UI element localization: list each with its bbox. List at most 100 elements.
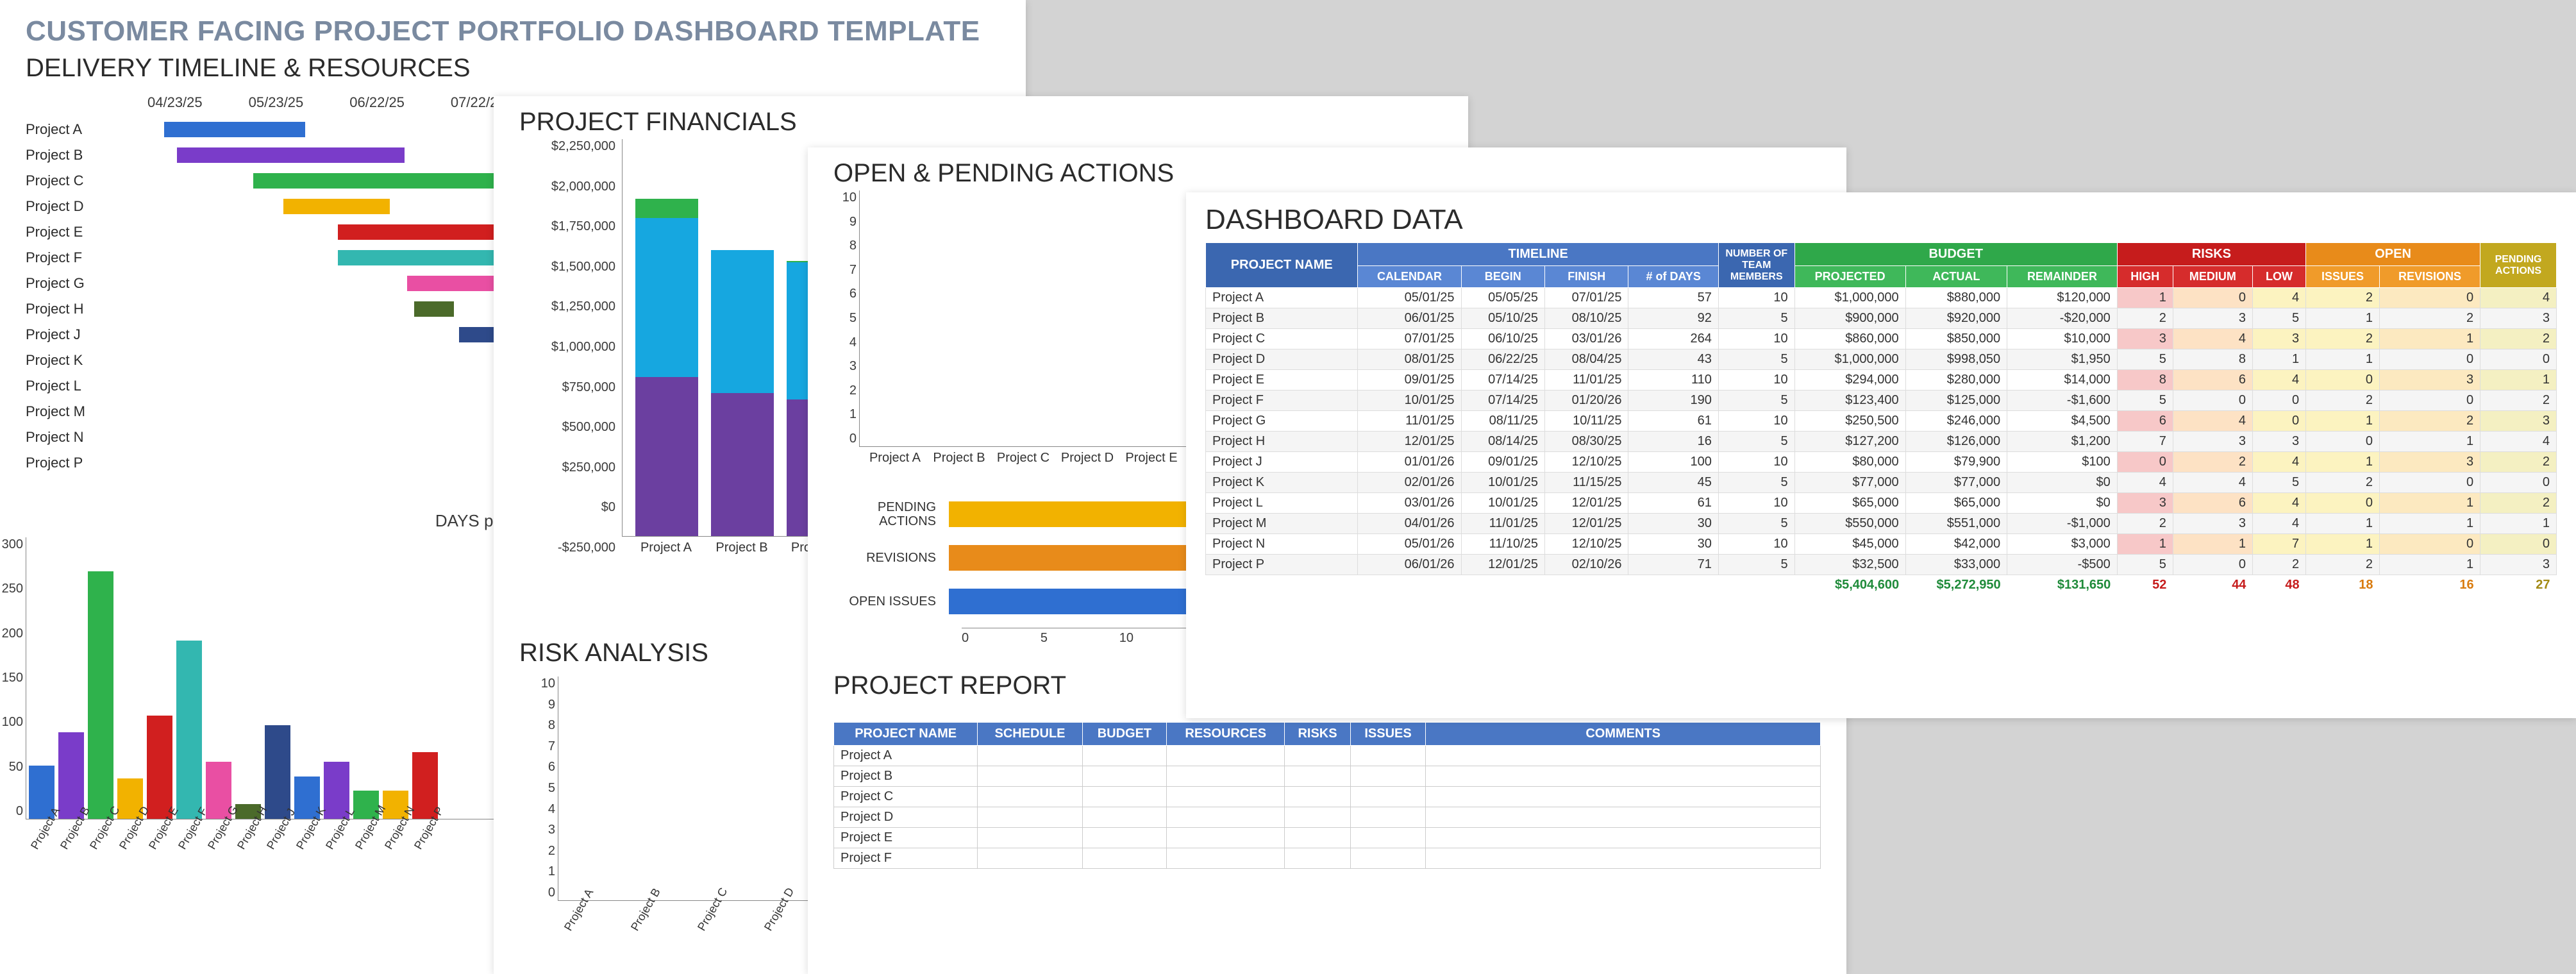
act-x-label: Project D xyxy=(1055,451,1119,466)
col-pending: PENDING ACTIONS xyxy=(2480,243,2557,288)
report-cell: Project A xyxy=(834,746,978,766)
report-table: PROJECT NAMESCHEDULEBUDGETRESOURCESRISKS… xyxy=(808,703,1846,869)
hbar-label: PENDING ACTIONS xyxy=(833,500,949,528)
timeline-title: DELIVERY TIMELINE & RESOURCES xyxy=(0,54,1026,94)
report-col: RESOURCES xyxy=(1167,723,1285,746)
days-bar xyxy=(265,725,290,819)
data-row: Project B06/01/2505/10/2508/10/25925$900… xyxy=(1206,308,2557,329)
data-row: Project J01/01/2609/01/2512/10/2510010$8… xyxy=(1206,452,2557,473)
days-bar xyxy=(176,641,202,819)
fin-stack xyxy=(711,250,774,536)
gantt-date: 04/23/25 xyxy=(147,94,203,111)
report-cell: Project D xyxy=(834,807,978,828)
data-row: Project C07/01/2506/10/2503/01/2626410$8… xyxy=(1206,329,2557,349)
days-bar xyxy=(147,716,172,819)
gantt-bar xyxy=(459,327,494,342)
report-row: Project E xyxy=(834,828,1821,848)
days-x-label: Project G xyxy=(205,823,230,852)
report-col: SCHEDULE xyxy=(978,723,1082,746)
days-x-label: Project B xyxy=(58,823,82,852)
report-cell: Project E xyxy=(834,828,978,848)
gantt-label: Project B xyxy=(26,147,135,164)
fin-stack xyxy=(635,199,698,536)
col-project: PROJECT NAME xyxy=(1206,243,1358,288)
days-x-label: Project P xyxy=(412,823,436,852)
days-x-label: Project F xyxy=(176,823,200,852)
data-total-row: $5,404,600$5,272,950$131,650524448181627 xyxy=(1206,575,2557,596)
report-row: Project C xyxy=(834,787,1821,807)
gantt-label: Project E xyxy=(26,224,135,240)
col-timeline: TIMELINE xyxy=(1358,243,1718,266)
subcol: # of DAYS xyxy=(1628,266,1718,288)
days-bar xyxy=(88,571,113,819)
col-open: OPEN xyxy=(2306,243,2480,266)
days-x-label: Project L xyxy=(323,823,347,852)
data-row: Project A05/01/2505/05/2507/01/255710$1,… xyxy=(1206,288,2557,308)
report-cell: Project C xyxy=(834,787,978,807)
fin-x-label: Project B xyxy=(710,541,773,555)
gantt-label: Project L xyxy=(26,378,135,394)
data-title: DASHBOARD DATA xyxy=(1186,192,2576,242)
data-row: Project M04/01/2611/01/2512/01/25305$550… xyxy=(1206,514,2557,534)
days-x-label: Project H xyxy=(235,823,259,852)
days-x-label: Project E xyxy=(146,823,171,852)
col-members: NUMBER OF TEAM MEMBERS xyxy=(1718,243,1794,288)
data-table: PROJECT NAME TIMELINE NUMBER OF TEAM MEM… xyxy=(1186,242,2576,595)
act-x-label: Project E xyxy=(1119,451,1183,466)
gantt-label: Project A xyxy=(26,121,135,138)
data-row: Project L03/01/2610/01/2512/01/256110$65… xyxy=(1206,493,2557,514)
gantt-label: Project M xyxy=(26,403,135,420)
report-row: Project D xyxy=(834,807,1821,828)
data-row: Project F10/01/2507/14/2501/20/261905$12… xyxy=(1206,390,2557,411)
subcol: CALENDAR xyxy=(1358,266,1461,288)
days-y-axis: 300250200150100500 xyxy=(0,537,23,819)
risk-y-axis: 109876543210 xyxy=(526,676,555,900)
gantt-bar xyxy=(164,122,305,137)
fin-y-axis: $2,250,000$2,000,000$1,750,000$1,500,000… xyxy=(519,139,615,555)
days-x-label: Project D xyxy=(117,823,141,852)
report-cell: Project F xyxy=(834,848,978,869)
subcol: FINISH xyxy=(1544,266,1628,288)
fin-x-label: Project A xyxy=(635,541,698,555)
gantt-bar xyxy=(253,173,494,189)
gantt-label: Project C xyxy=(26,172,135,189)
report-col: ISSUES xyxy=(1350,723,1426,746)
hbar-label: REVISIONS xyxy=(833,551,949,565)
gantt-bar xyxy=(177,147,405,163)
report-row: Project B xyxy=(834,766,1821,787)
subcol: REMAINDER xyxy=(2007,266,2118,288)
data-row: Project P06/01/2612/01/2502/10/26715$32,… xyxy=(1206,555,2557,575)
financials-title: PROJECT FINANCIALS xyxy=(494,96,1468,139)
gantt-bar xyxy=(283,199,390,214)
gantt-bar xyxy=(414,301,454,317)
gantt-date: 06/22/25 xyxy=(349,94,405,111)
col-budget: BUDGET xyxy=(1794,243,2117,266)
report-col: COMMENTS xyxy=(1426,723,1821,746)
dashboard-title: CUSTOMER FACING PROJECT PORTFOLIO DASHBO… xyxy=(0,0,1026,54)
days-x-label: Project J xyxy=(264,823,289,852)
act-x-label: Project A xyxy=(863,451,927,466)
gantt-label: Project H xyxy=(26,301,135,317)
col-risks: RISKS xyxy=(2117,243,2305,266)
gantt-label: Project J xyxy=(26,326,135,343)
gantt-bar xyxy=(338,224,494,240)
data-row: Project E09/01/2507/14/2511/01/2511010$2… xyxy=(1206,370,2557,390)
report-col: BUDGET xyxy=(1082,723,1166,746)
subcol: REVISIONS xyxy=(2379,266,2480,288)
data-row: Project K02/01/2610/01/2511/15/25455$77,… xyxy=(1206,473,2557,493)
gantt-label: Project P xyxy=(26,455,135,471)
days-x-label: Project M xyxy=(353,823,377,852)
actions-y-axis: 109876543210 xyxy=(834,190,857,446)
data-row: Project H12/01/2508/14/2508/30/25165$127… xyxy=(1206,432,2557,452)
subcol: ISSUES xyxy=(2306,266,2380,288)
data-row: Project D08/01/2506/22/2508/04/25435$1,0… xyxy=(1206,349,2557,370)
data-panel: DASHBOARD DATA PROJECT NAME TIMELINE NUM… xyxy=(1186,192,2576,718)
gantt-bar xyxy=(338,250,494,265)
gantt-date: 05/23/25 xyxy=(249,94,304,111)
days-x-label: Project A xyxy=(28,823,53,852)
hbar-label: OPEN ISSUES xyxy=(833,594,949,609)
subcol: MEDIUM xyxy=(2173,266,2252,288)
gantt-label: Project G xyxy=(26,275,135,292)
subcol: ACTUAL xyxy=(1905,266,2007,288)
gantt-label: Project K xyxy=(26,352,135,369)
